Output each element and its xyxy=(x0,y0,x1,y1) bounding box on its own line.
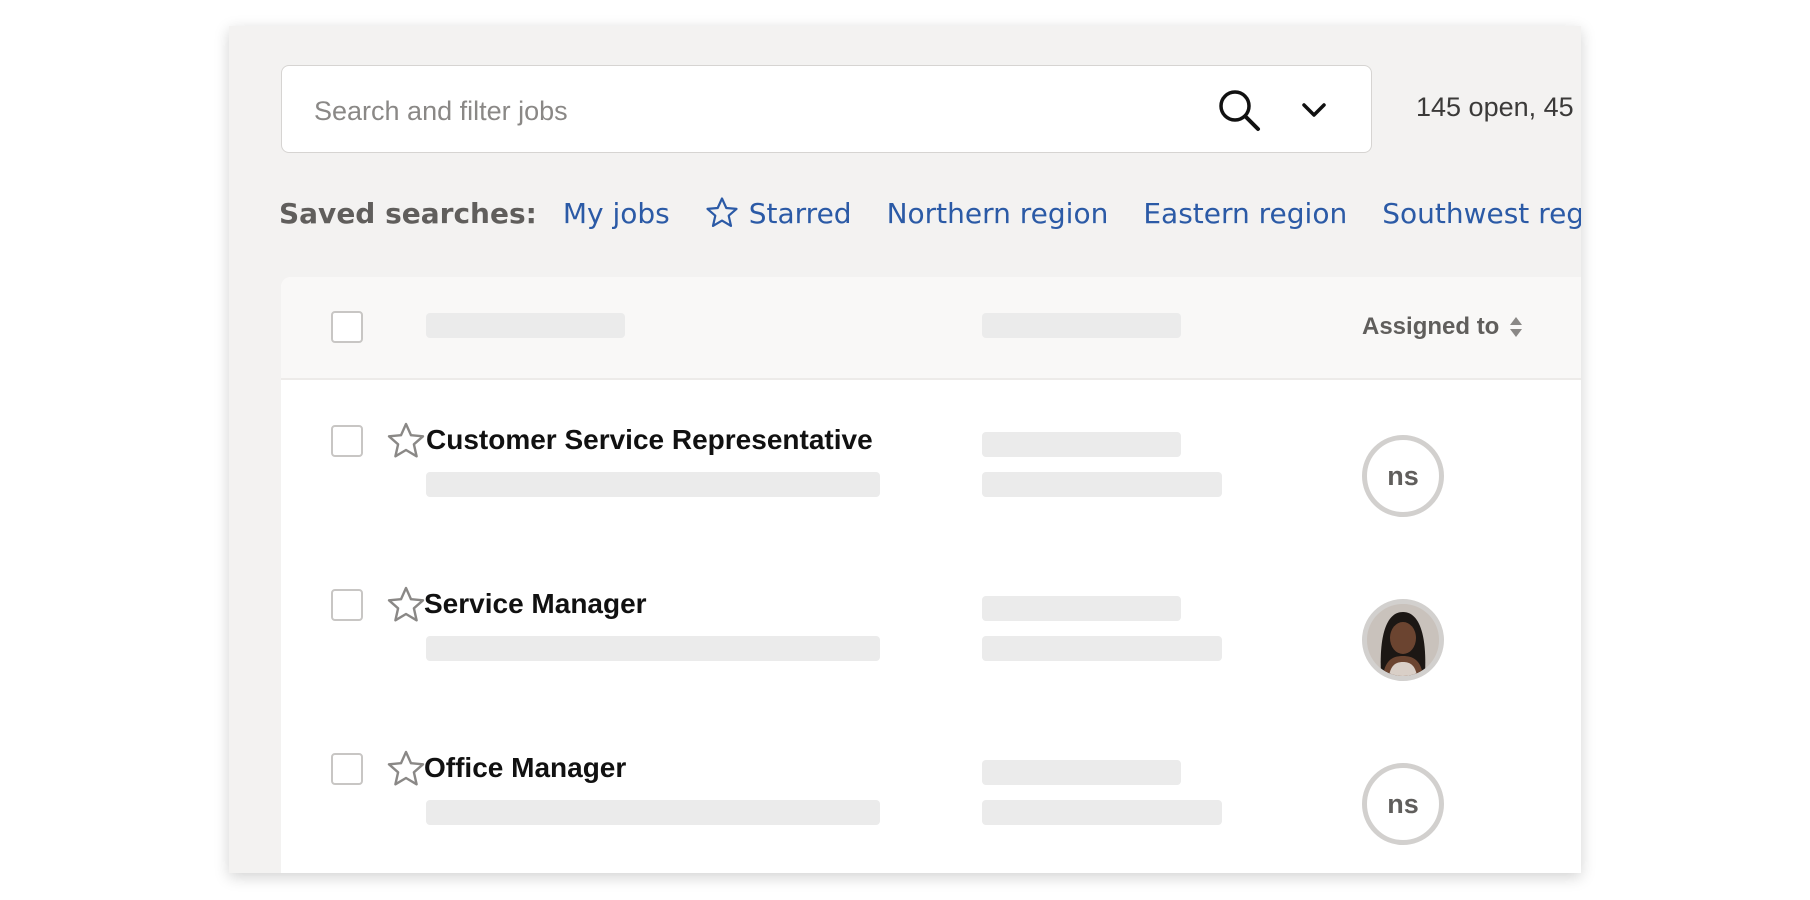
cell-placeholder xyxy=(982,432,1181,457)
assigned-to-label: Assigned to xyxy=(1362,313,1500,340)
saved-search-eastern-region[interactable]: Eastern region xyxy=(1143,197,1347,230)
saved-search-northern-region[interactable]: Northern region xyxy=(887,197,1109,230)
select-all-checkbox[interactable] xyxy=(331,311,363,343)
table-row[interactable]: Customer Service Representative ns xyxy=(281,380,1581,544)
saved-search-starred-label: Starred xyxy=(748,196,852,230)
cell-placeholder xyxy=(982,760,1181,785)
table-header: Assigned to xyxy=(281,277,1581,380)
job-subtitle-placeholder xyxy=(426,636,880,661)
saved-searches-bar: Saved searches: My jobs Starred Northern… xyxy=(279,196,1581,230)
header-placeholder-job xyxy=(426,313,625,338)
job-count-text: 145 open, 45 xyxy=(1416,92,1574,122)
table-row[interactable]: Service Manager xyxy=(281,544,1581,708)
avatar[interactable]: ns xyxy=(1362,763,1444,845)
avatar[interactable]: ns xyxy=(1362,435,1444,517)
search-icon[interactable] xyxy=(1217,88,1261,132)
job-title-link[interactable]: Office Manager xyxy=(424,752,626,784)
jobs-table: Assigned to Customer Service Representat… xyxy=(281,277,1581,873)
table-row[interactable]: Office Manager ns xyxy=(281,708,1581,872)
cell-placeholder xyxy=(982,636,1222,661)
saved-searches-label: Saved searches: xyxy=(279,196,537,230)
saved-search-my-jobs[interactable]: My jobs xyxy=(563,197,670,230)
sort-icon xyxy=(1510,317,1523,337)
user-photo-icon xyxy=(1367,604,1439,676)
saved-search-starred[interactable]: Starred xyxy=(705,196,852,230)
job-subtitle-placeholder xyxy=(426,800,880,825)
job-title-link[interactable]: Customer Service Representative xyxy=(426,424,873,456)
row-checkbox[interactable] xyxy=(331,753,363,785)
row-checkbox[interactable] xyxy=(331,589,363,621)
job-subtitle-placeholder xyxy=(426,472,880,497)
star-icon[interactable] xyxy=(386,749,426,789)
chevron-down-icon[interactable] xyxy=(1300,96,1328,124)
cell-placeholder xyxy=(982,596,1181,621)
job-title-link[interactable]: Service Manager xyxy=(424,588,647,620)
jobs-panel: 145 open, 45 Saved searches: My jobs Sta… xyxy=(229,26,1581,873)
row-checkbox[interactable] xyxy=(331,425,363,457)
cell-placeholder xyxy=(982,800,1222,825)
star-icon[interactable] xyxy=(386,421,426,461)
avatar[interactable] xyxy=(1362,599,1444,681)
saved-search-southwest-region[interactable]: Southwest region xyxy=(1382,197,1581,230)
search-box[interactable] xyxy=(281,65,1372,153)
star-icon xyxy=(706,197,738,227)
search-input[interactable] xyxy=(312,88,1176,134)
header-placeholder-column xyxy=(982,313,1181,338)
assigned-to-header[interactable]: Assigned to xyxy=(1362,313,1523,341)
star-icon[interactable] xyxy=(386,585,426,625)
cell-placeholder xyxy=(982,472,1222,497)
